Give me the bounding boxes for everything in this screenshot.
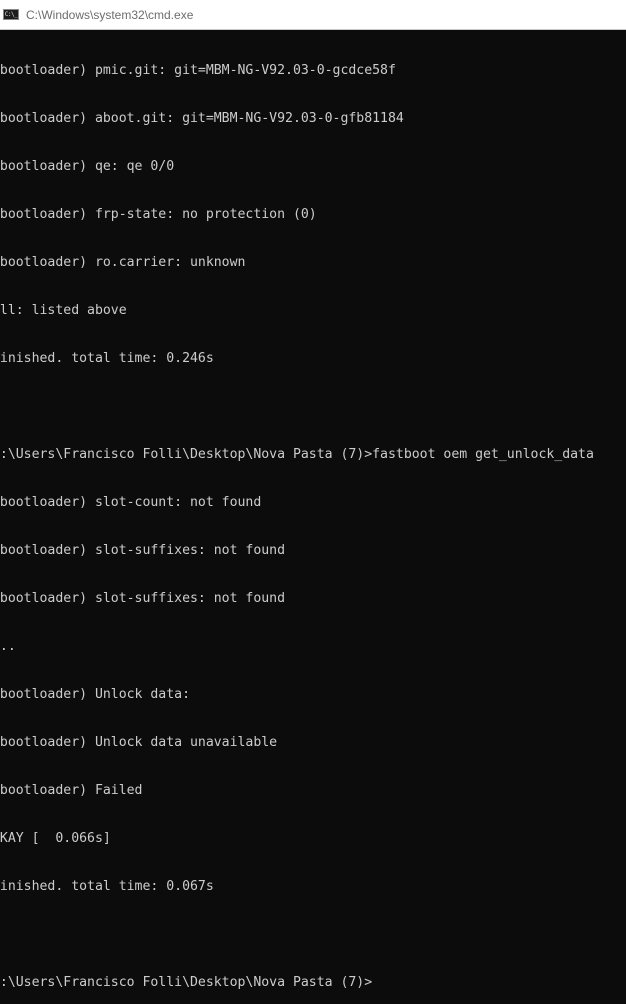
console-line: (bootloader) Unlock data: — [0, 687, 190, 702]
console-line: OKAY [ 0.066s] — [0, 831, 111, 846]
console-line: (bootloader) qe: qe 0/0 — [0, 159, 175, 174]
console-line: finished. total time: 0.246s — [0, 351, 214, 366]
console-line: (bootloader) frp-state: no protection (0… — [0, 207, 317, 222]
console-line: (bootloader) Failed — [0, 783, 143, 798]
command-line: C:\Users\Francisco Folli\Desktop\Nova Pa… — [0, 447, 594, 462]
console-output[interactable]: (bootloader) pmic.git: git=MBM-NG-V92.03… — [0, 31, 626, 990]
console-line: ... — [0, 639, 16, 654]
console-line: (bootloader) slot-suffixes: not found — [0, 591, 286, 606]
window-titlebar[interactable]: C:\_ C:\Windows\system32\cmd.exe — [0, 0, 626, 30]
console-line: (bootloader) slot-count: not found — [0, 495, 262, 510]
console-line: (bootloader) Unlock data unavailable — [0, 735, 278, 750]
cmd-console-icon: C:\_ — [3, 9, 19, 20]
console-line: all: listed above — [0, 303, 127, 318]
window-title: C:\Windows\system32\cmd.exe — [26, 7, 194, 22]
console-line: finished. total time: 0.067s — [0, 879, 214, 894]
console-line: (bootloader) slot-suffixes: not found — [0, 543, 286, 558]
command-prompt[interactable]: C:\Users\Francisco Folli\Desktop\Nova Pa… — [0, 975, 626, 991]
console-line: (bootloader) pmic.git: git=MBM-NG-V92.03… — [0, 63, 396, 78]
console-line: (bootloader) ro.carrier: unknown — [0, 255, 246, 270]
console-line: (bootloader) aboot.git: git=MBM-NG-V92.0… — [0, 111, 404, 126]
